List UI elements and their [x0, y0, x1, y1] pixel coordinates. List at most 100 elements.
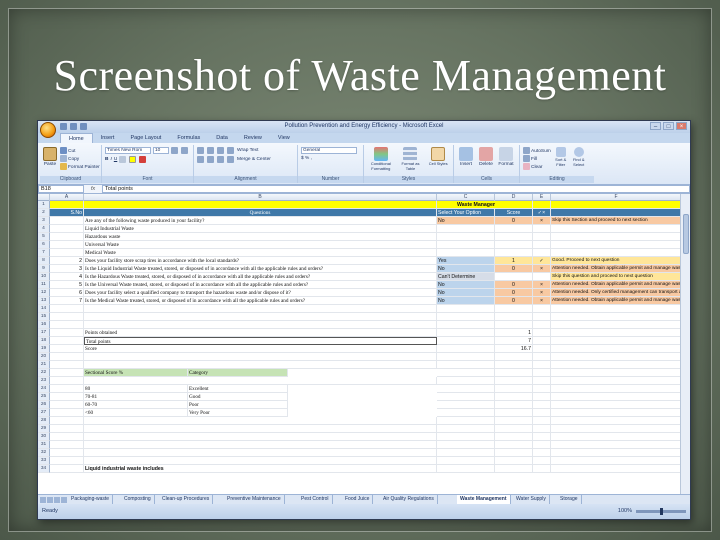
cell-b[interactable]: Is the Universal Waste treated, stored, …	[84, 281, 437, 289]
cell-f[interactable]	[551, 449, 682, 457]
row-number[interactable]: 11	[38, 281, 50, 289]
cell-d[interactable]	[495, 425, 533, 433]
cell-a[interactable]	[50, 249, 84, 257]
cell-f[interactable]	[551, 385, 682, 393]
cell-e[interactable]	[533, 441, 551, 449]
tab-page-layout[interactable]: Page Layout	[122, 133, 169, 143]
cell-a[interactable]	[50, 337, 84, 345]
cell-f[interactable]	[551, 225, 682, 233]
cell-b[interactable]: 70-81	[84, 393, 188, 401]
cell-c[interactable]: No	[437, 217, 495, 225]
minimize-button[interactable]: –	[650, 122, 661, 130]
cell-e[interactable]: ×	[533, 217, 551, 225]
cell-c[interactable]	[437, 441, 495, 449]
merge-center-button[interactable]: Merge & Center	[237, 157, 271, 163]
cell-c[interactable]: No	[437, 297, 495, 305]
row-number[interactable]: 26	[38, 401, 50, 409]
cell-f[interactable]	[551, 433, 682, 441]
cell-f[interactable]	[551, 241, 682, 249]
cell-c[interactable]	[437, 449, 495, 457]
cell-e[interactable]	[533, 321, 551, 329]
cell-e[interactable]: ×	[533, 281, 551, 289]
sheet-tab[interactable]: Water Supply	[513, 495, 550, 504]
cell-d[interactable]	[495, 401, 533, 409]
orientation-icon[interactable]	[227, 147, 234, 154]
cell-a[interactable]	[50, 233, 84, 241]
cell-a[interactable]	[50, 441, 84, 449]
row-number[interactable]: 21	[38, 361, 50, 369]
number-format-select[interactable]: General	[301, 147, 357, 154]
cell-c[interactable]	[437, 425, 495, 433]
cell-b[interactable]: Liquid industrial waste includes	[84, 465, 437, 473]
cell-b[interactable]: Score	[84, 345, 437, 353]
cell-c[interactable]	[437, 321, 495, 329]
cell-e[interactable]	[533, 401, 551, 409]
cell-a[interactable]: 2	[50, 257, 84, 265]
copy-button[interactable]: Copy	[60, 154, 100, 163]
font-size-select[interactable]: 10	[153, 147, 169, 154]
cell-c[interactable]	[437, 433, 495, 441]
cell-b[interactable]: Questions	[84, 209, 437, 217]
cell-b[interactable]	[84, 353, 437, 361]
bold-icon[interactable]: B	[105, 157, 108, 163]
cell-d[interactable]	[495, 433, 533, 441]
italic-icon[interactable]: I	[110, 157, 111, 163]
cell-d[interactable]	[495, 241, 533, 249]
cell-e[interactable]	[533, 329, 551, 337]
autosum-button[interactable]: AutoSum	[523, 147, 551, 155]
maximize-button[interactable]: □	[663, 122, 674, 130]
cell-e[interactable]	[533, 201, 551, 209]
cell-b[interactable]	[84, 417, 437, 425]
cell-b[interactable]	[84, 457, 437, 465]
align-top-icon[interactable]	[197, 147, 204, 154]
cell-b[interactable]	[84, 313, 437, 321]
fill-color-icon[interactable]	[129, 156, 137, 163]
row-number[interactable]: 27	[38, 409, 50, 417]
cell-c[interactable]	[437, 393, 495, 401]
cell-b[interactable]: Universal Waste	[84, 241, 437, 249]
cell-f[interactable]: Good. Proceed to next question	[551, 257, 682, 265]
cell-c[interactable]: No	[437, 265, 495, 273]
cell-a[interactable]	[50, 241, 84, 249]
cell-d[interactable]: 0	[495, 289, 533, 297]
cell-e[interactable]	[533, 425, 551, 433]
cell-a[interactable]	[50, 433, 84, 441]
cell-a[interactable]	[50, 393, 84, 401]
row-number[interactable]: 33	[38, 457, 50, 465]
cell-b[interactable]	[84, 433, 437, 441]
cell-a[interactable]	[50, 217, 84, 225]
cell-c[interactable]	[437, 369, 495, 377]
tab-home[interactable]: Home	[60, 133, 93, 143]
cell-a[interactable]	[50, 457, 84, 465]
cell-f[interactable]	[551, 361, 682, 369]
cell-d[interactable]	[495, 441, 533, 449]
column-header-d[interactable]: D	[495, 194, 533, 201]
cell-a[interactable]	[50, 401, 84, 409]
sheet-tab[interactable]: Preventive Maintenance	[224, 495, 285, 504]
select-all-corner[interactable]	[38, 194, 50, 201]
underline-icon[interactable]: U	[114, 157, 117, 163]
format-as-table-button[interactable]: Format as Table	[398, 147, 424, 171]
sheet-tab[interactable]: Packaging-waste	[68, 495, 114, 504]
row-number[interactable]: 31	[38, 441, 50, 449]
tab-insert[interactable]: Insert	[93, 133, 123, 143]
office-button-icon[interactable]	[40, 122, 56, 138]
cell-d[interactable]	[495, 417, 533, 425]
align-bottom-icon[interactable]	[217, 147, 224, 154]
cell-styles-button[interactable]: Cell Styles	[426, 147, 450, 171]
font-name-select[interactable]: Times New Rom	[105, 147, 151, 154]
delete-cells-button[interactable]: Delete	[477, 147, 495, 168]
cell-c[interactable]	[437, 345, 495, 353]
sheet-tab[interactable]: Clean-up Procedures	[159, 495, 214, 504]
cell-c[interactable]	[437, 409, 495, 417]
cell-a[interactable]	[50, 201, 84, 209]
shrink-font-icon[interactable]	[181, 147, 188, 154]
sort-filter-button[interactable]: Sort & Filter	[553, 147, 569, 170]
fx-icon[interactable]: fx	[84, 186, 102, 192]
cell-e[interactable]	[533, 345, 551, 353]
sheet-tab[interactable]: Pest Control	[298, 495, 333, 504]
cell-e[interactable]	[533, 417, 551, 425]
column-header-f[interactable]: F	[551, 194, 682, 201]
cell-c[interactable]: No	[437, 281, 495, 289]
cell-d[interactable]	[495, 225, 533, 233]
